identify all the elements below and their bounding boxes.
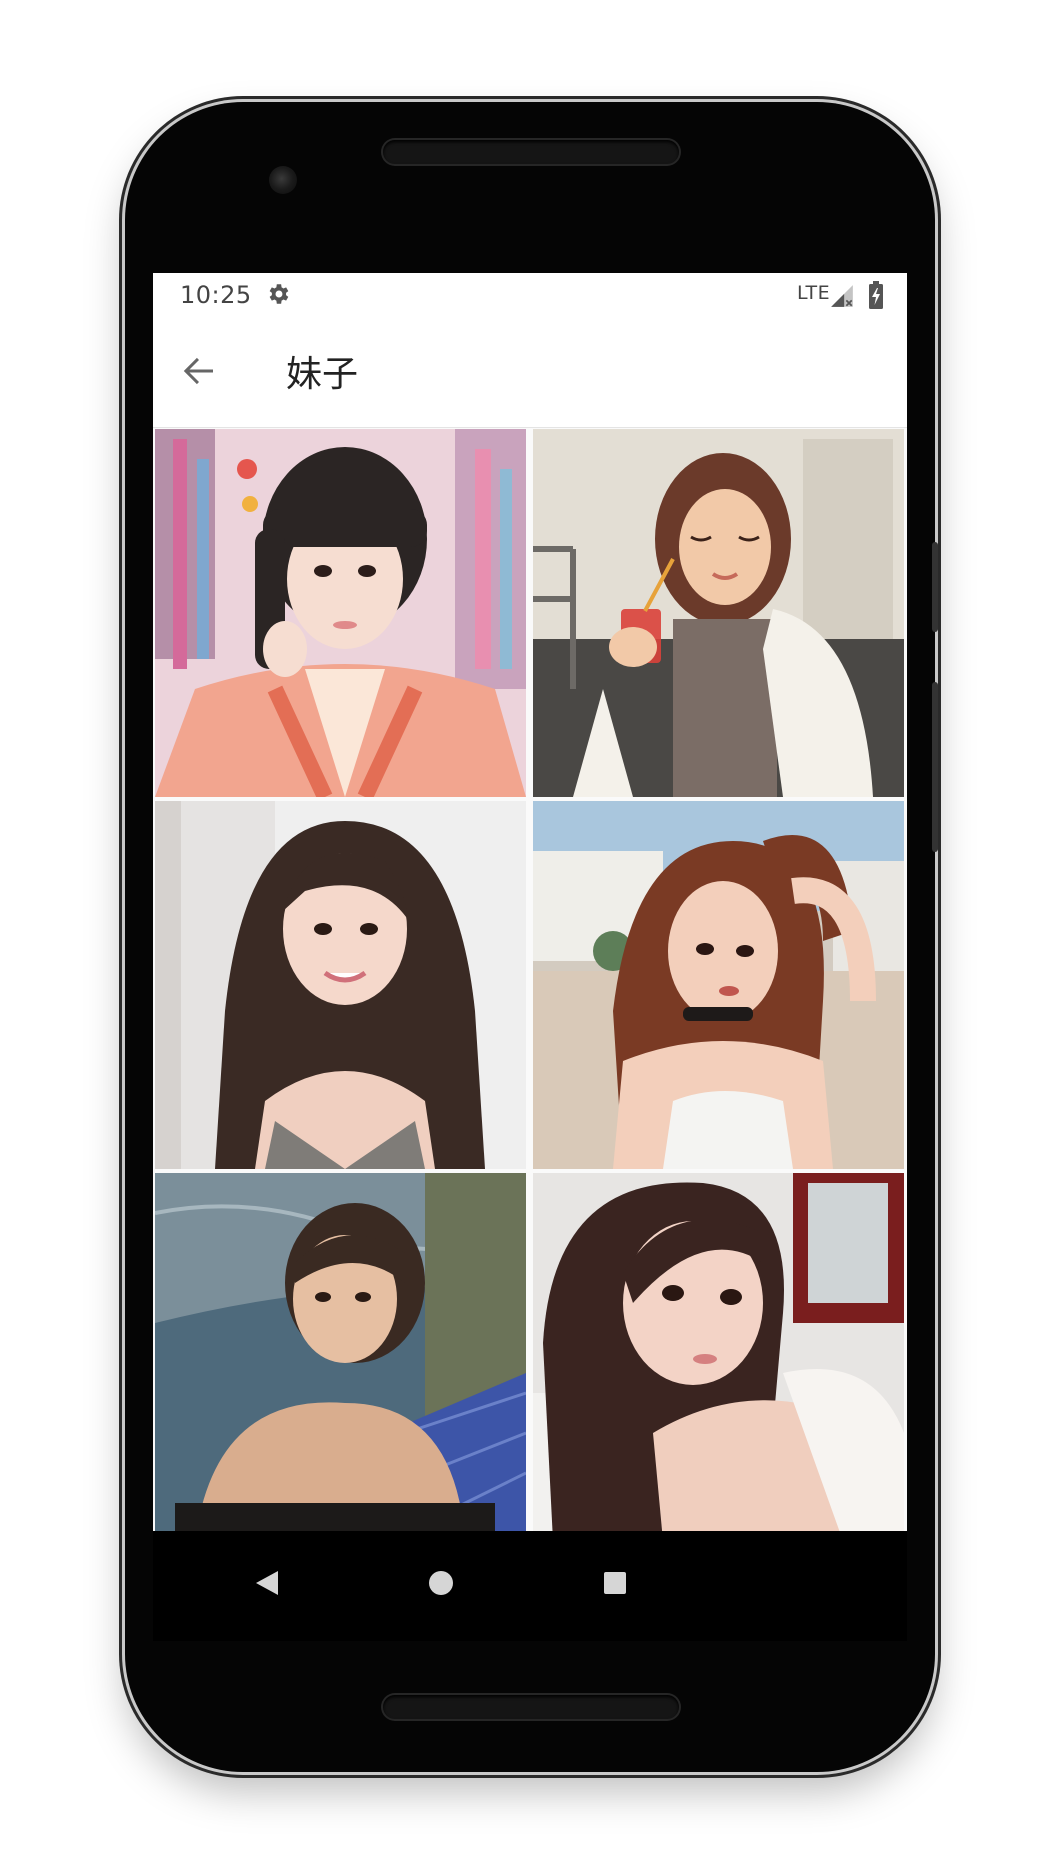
photo-item[interactable] bbox=[533, 801, 904, 1169]
photo-item[interactable] bbox=[155, 429, 526, 797]
status-bar: 10:25 LTE bbox=[153, 273, 907, 315]
page-title: 妹子 bbox=[286, 354, 359, 395]
network-type-label: LTE bbox=[797, 282, 831, 304]
top-speaker bbox=[383, 140, 679, 164]
signal-icon bbox=[831, 285, 853, 307]
recents-square-icon[interactable] bbox=[603, 1571, 627, 1595]
photo-grid bbox=[153, 429, 907, 1531]
photo-item[interactable] bbox=[155, 1173, 526, 1531]
battery-charging-icon bbox=[869, 281, 883, 309]
photo-item[interactable] bbox=[533, 1173, 904, 1531]
settings-gear-icon bbox=[269, 284, 289, 304]
back-triangle-icon[interactable] bbox=[254, 1569, 280, 1597]
volume-button bbox=[932, 682, 938, 852]
photo-item[interactable] bbox=[155, 801, 526, 1169]
front-camera bbox=[269, 166, 297, 194]
power-button bbox=[932, 542, 938, 632]
arrow-back-icon[interactable] bbox=[175, 347, 223, 395]
status-time: 10:25 bbox=[180, 281, 252, 309]
navigation-bar bbox=[153, 1531, 907, 1641]
app-toolbar: 妹子 bbox=[153, 315, 907, 428]
photo-item[interactable] bbox=[533, 429, 904, 797]
home-circle-icon[interactable] bbox=[428, 1570, 454, 1596]
bottom-speaker bbox=[383, 1695, 679, 1719]
app-screen: 10:25 LTE 妹子 bbox=[153, 273, 907, 1531]
